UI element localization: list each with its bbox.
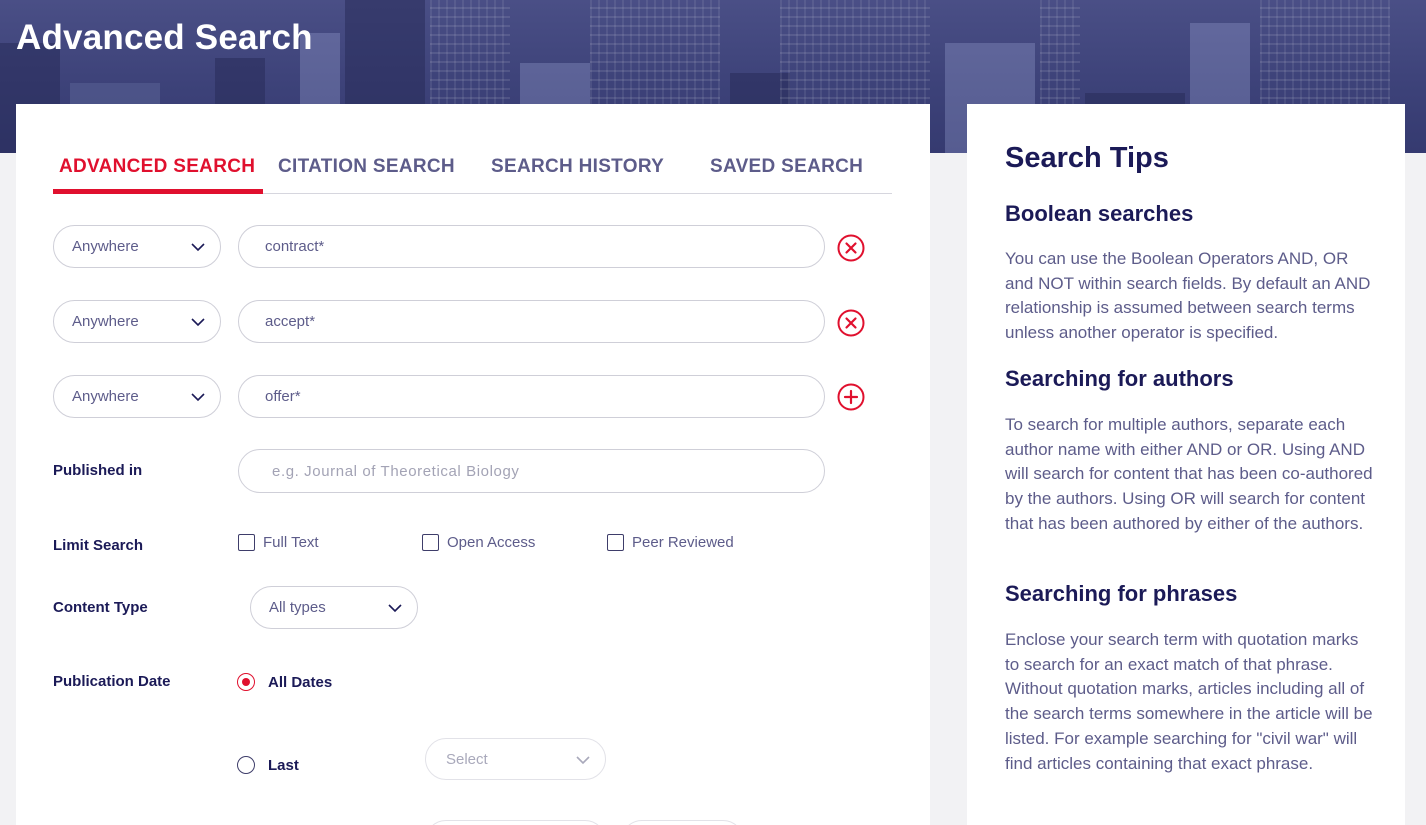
tip-heading-phrases: Searching for phrases: [1005, 581, 1238, 606]
publication-date-label: Publication Date: [53, 673, 171, 690]
tip-heading-authors: Searching for authors: [1005, 366, 1234, 391]
chevron-down-icon: [388, 604, 402, 613]
chevron-down-icon: [191, 243, 205, 252]
field-select-value: Anywhere: [72, 238, 139, 255]
checkbox-box[interactable]: [607, 534, 624, 551]
published-in-input[interactable]: e.g. Journal of Theoretical Biology: [238, 449, 825, 493]
limit-search-label: Limit Search: [53, 537, 144, 554]
chevron-down-icon: [191, 318, 205, 327]
field-select[interactable]: Anywhere: [53, 225, 221, 268]
search-term-input[interactable]: accept*: [238, 300, 825, 343]
field-select-value: Anywhere: [72, 388, 139, 405]
peer-reviewed-checkbox[interactable]: Peer Reviewed: [607, 534, 734, 551]
page-title: Advanced Search: [16, 18, 313, 57]
add-row-icon[interactable]: [837, 383, 865, 411]
radio-label: Last: [268, 756, 299, 774]
last-radio[interactable]: Last: [237, 756, 299, 774]
search-tips-title: Search Tips: [1005, 142, 1169, 174]
remove-row-icon[interactable]: [837, 309, 865, 337]
tip-heading-boolean: Boolean searches: [1005, 201, 1194, 226]
checkbox-label: Full Text: [263, 534, 319, 551]
tab-saved-search[interactable]: SAVED SEARCH: [710, 156, 863, 178]
published-in-label: Published in: [53, 462, 143, 479]
search-term-value: accept*: [265, 313, 316, 330]
radio-dot[interactable]: [237, 673, 255, 691]
checkbox-label: Peer Reviewed: [632, 534, 734, 551]
tab-advanced-search[interactable]: ADVANCED SEARCH: [59, 156, 255, 178]
remove-row-icon[interactable]: [837, 234, 865, 262]
search-tips-panel: Search Tips Boolean searches You can use…: [967, 104, 1405, 825]
tip-body-phrases: Enclose your search term with quotation …: [1005, 630, 1373, 773]
checkbox-label: Open Access: [447, 534, 536, 551]
search-tabs: ADVANCED SEARCH CITATION SEARCH SEARCH H…: [53, 151, 892, 194]
tip-body-authors: To search for multiple authors, separate…: [1005, 415, 1373, 533]
active-tab-indicator: [53, 189, 263, 194]
full-text-checkbox[interactable]: Full Text: [238, 534, 319, 551]
content-type-label: Content Type: [53, 599, 148, 616]
open-access-checkbox[interactable]: Open Access: [422, 534, 535, 551]
chevron-down-icon: [191, 393, 205, 402]
last-period-select[interactable]: Select: [425, 738, 606, 780]
search-term-value: offer*: [265, 388, 301, 405]
radio-label: All Dates: [268, 673, 333, 691]
field-select[interactable]: Anywhere: [53, 300, 221, 343]
radio-dot[interactable]: [237, 756, 255, 774]
chevron-down-icon: [576, 756, 590, 765]
search-term-input[interactable]: offer*: [238, 375, 825, 418]
checkbox-box[interactable]: [238, 534, 255, 551]
checkbox-box[interactable]: [422, 534, 439, 551]
search-term-input[interactable]: contract*: [238, 225, 825, 268]
field-select[interactable]: Anywhere: [53, 375, 221, 418]
content-type-value: All types: [269, 599, 326, 616]
last-period-value: Select: [446, 750, 488, 768]
field-select-value: Anywhere: [72, 313, 139, 330]
search-term-value: contract*: [265, 238, 325, 255]
published-in-placeholder: e.g. Journal of Theoretical Biology: [272, 462, 520, 480]
tip-body-boolean: You can use the Boolean Operators AND, O…: [1005, 249, 1371, 343]
tab-search-history[interactable]: SEARCH HISTORY: [491, 156, 664, 178]
advanced-search-card: ADVANCED SEARCH CITATION SEARCH SEARCH H…: [16, 104, 930, 825]
all-dates-radio[interactable]: All Dates: [237, 673, 332, 691]
date-to-select[interactable]: [621, 820, 744, 825]
content-type-select[interactable]: All types: [250, 586, 418, 629]
date-from-select[interactable]: [425, 820, 606, 825]
tab-citation-search[interactable]: CITATION SEARCH: [278, 156, 455, 178]
